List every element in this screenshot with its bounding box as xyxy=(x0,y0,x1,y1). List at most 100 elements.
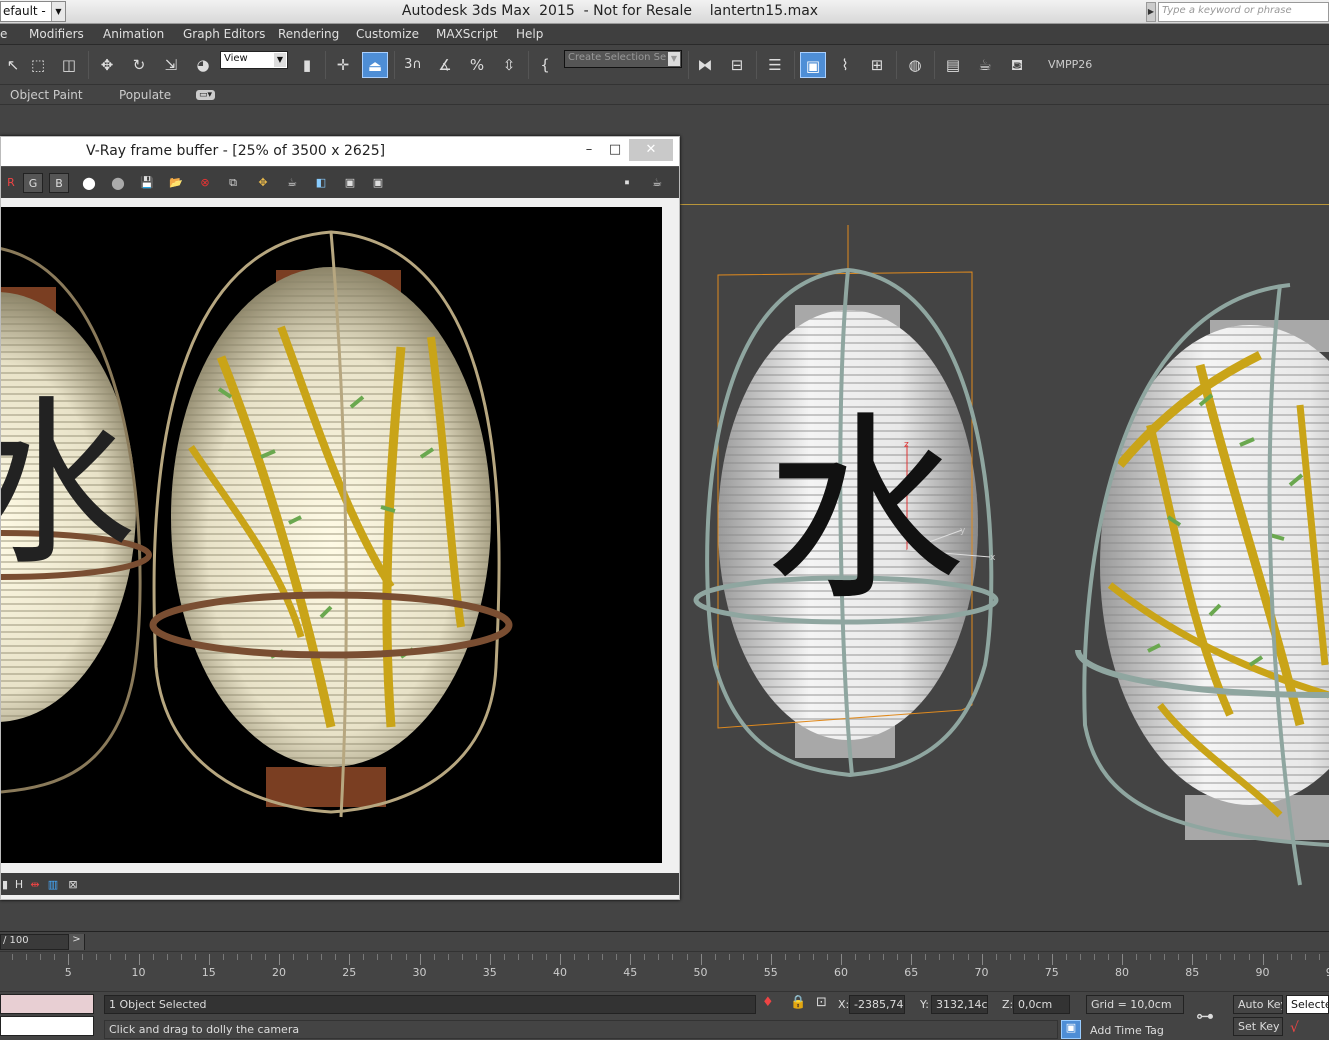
stop-render-icon[interactable]: ⏹ xyxy=(617,173,637,193)
maxscript-listener[interactable] xyxy=(0,994,94,1014)
menu-item-help[interactable]: Help xyxy=(516,27,543,41)
key-mode-dropdown[interactable]: Selected xyxy=(1286,995,1329,1014)
key-filters-icon[interactable]: √ xyxy=(1290,1020,1299,1036)
absolute-mode-icon[interactable]: ⊡ xyxy=(816,995,827,1010)
render-setup-icon[interactable]: ▤ xyxy=(940,52,966,78)
vfb-title: V-Ray frame buffer - [25% of 3500 x 2625… xyxy=(86,143,386,159)
lantern-bamboo[interactable] xyxy=(1075,283,1329,886)
spinner-snap-icon[interactable]: ⇳ xyxy=(496,52,522,78)
track-tick xyxy=(1136,954,1138,960)
layer-manager-icon[interactable]: ☰ xyxy=(762,52,788,78)
add-time-tag[interactable]: Add Time Tag xyxy=(1090,1024,1164,1037)
vray-frame-buffer-window[interactable]: V-Ray frame buffer - [25% of 3500 x 2625… xyxy=(0,136,680,900)
y-coordinate-field[interactable]: 3132,14cm xyxy=(931,995,988,1014)
scale-icon[interactable]: ⇲ xyxy=(158,52,184,78)
material-editor-icon[interactable]: ◍ xyxy=(902,52,928,78)
channel-r-button[interactable]: R xyxy=(1,173,21,193)
manipulate-icon[interactable]: ✛ xyxy=(330,52,356,78)
track-tick xyxy=(855,954,857,960)
maxscript-input[interactable] xyxy=(0,1016,94,1036)
track-bar[interactable]: 5 10 15 20 25 30 35 40 45 50 55 60 65 70 75 80 85 90 95 xyxy=(0,951,1329,991)
gizmo-x-label: x xyxy=(990,553,996,563)
menu-item-modifiers[interactable]: Modifiers xyxy=(29,27,84,41)
track-tick xyxy=(180,954,182,960)
channel-g-button[interactable]: G xyxy=(23,173,43,193)
lut-icon[interactable]: ▥ xyxy=(43,875,63,895)
track-tick xyxy=(686,954,688,960)
ribbon-options-icon[interactable]: ▭▾ xyxy=(196,90,216,100)
render-icon[interactable]: ☕ xyxy=(647,173,667,193)
channel-b-button[interactable]: B xyxy=(49,173,69,193)
select-object-icon[interactable]: ↖ xyxy=(0,52,26,78)
isolate-selection-icon[interactable]: ♦ xyxy=(762,995,774,1010)
next-frame-button[interactable]: > xyxy=(68,934,84,950)
track-tick xyxy=(194,954,196,960)
history-icon[interactable]: ▮ xyxy=(1,875,9,895)
time-tag-icon[interactable]: ▣ xyxy=(1061,1020,1081,1039)
minimize-icon[interactable]: – xyxy=(579,139,599,161)
save-image-icon[interactable]: 💾 xyxy=(137,173,157,193)
track-tick xyxy=(40,954,42,960)
rect-selection-icon[interactable]: ⬚ xyxy=(25,52,51,78)
percent-snap-icon[interactable]: % xyxy=(464,52,490,78)
angle-snap-icon[interactable]: ∡ xyxy=(432,52,458,78)
curve-editor-icon[interactable]: ⌇ xyxy=(832,52,858,78)
menu-item-graph-editors[interactable]: Graph Editors xyxy=(183,27,265,41)
region-render-icon[interactable]: ☕ xyxy=(282,173,302,193)
set-key-button[interactable]: Set Key xyxy=(1233,1017,1283,1036)
tab-populate[interactable]: Populate xyxy=(119,88,171,102)
close-icon[interactable]: ✕ xyxy=(629,139,673,161)
render-teapot-icon[interactable]: ⛾ xyxy=(1004,52,1030,78)
keyboard-shortcut-override-icon[interactable]: ⏏ xyxy=(362,52,388,78)
menu-bar: e Modifiers Animation Graph Editors Rend… xyxy=(0,24,1329,45)
copy-to-max-vfb-icon[interactable]: ⧉ xyxy=(223,173,243,193)
rotate-icon[interactable]: ↻ xyxy=(126,52,152,78)
align-icon[interactable]: ⊟ xyxy=(724,52,750,78)
track-tick xyxy=(1093,954,1095,960)
load-image-icon[interactable]: 📂 xyxy=(166,173,186,193)
time-slider[interactable]: / 100 > xyxy=(0,934,85,950)
stereo-icon[interactable]: ⇹ xyxy=(25,875,45,895)
menu-item-animation[interactable]: Animation xyxy=(103,27,164,41)
menu-item-rendering[interactable]: Rendering xyxy=(278,27,339,41)
color-correction-icon[interactable]: ▣ xyxy=(368,173,388,193)
mono-mode-icon[interactable]: ● xyxy=(108,173,128,193)
move-icon[interactable]: ✥ xyxy=(94,52,120,78)
auto-key-button[interactable]: Auto Key xyxy=(1233,995,1283,1014)
menu-item-edit[interactable]: e xyxy=(0,27,7,41)
schematic-view-icon[interactable]: ⊞ xyxy=(864,52,890,78)
rendered-frame-window-icon[interactable]: ☕ xyxy=(972,52,998,78)
viewport-glyph: 水 xyxy=(765,395,965,628)
x-coordinate-field[interactable]: -2385,748 xyxy=(849,995,905,1014)
pivot-center-icon[interactable]: ▮ xyxy=(294,52,320,78)
select-place-icon[interactable]: ◕ xyxy=(190,52,216,78)
render-canvas: 水 xyxy=(1,230,513,818)
menu-item-customize[interactable]: Customize xyxy=(356,27,419,41)
track-tick xyxy=(827,954,828,960)
window-crossing-icon[interactable]: ◫ xyxy=(56,52,82,78)
workspace-dropdown[interactable]: efault - ▼ xyxy=(0,1,66,22)
maximize-icon[interactable]: □ xyxy=(605,139,625,161)
track-tick xyxy=(995,954,997,960)
selection-set-dropdown[interactable]: Create Selection Se ▼ xyxy=(564,50,682,68)
snap-toggle-icon[interactable]: 3∩ xyxy=(400,52,426,78)
clear-image-icon[interactable]: ⊗ xyxy=(195,173,215,193)
z-coordinate-field[interactable]: 0,0cm xyxy=(1013,995,1070,1014)
track-mouse-icon[interactable]: ✥ xyxy=(253,173,273,193)
track-tick xyxy=(1262,954,1264,965)
tab-object-paint[interactable]: Object Paint xyxy=(10,88,83,102)
ref-coord-dropdown[interactable]: View ▼ xyxy=(220,51,288,69)
ribbon-toggle-icon[interactable]: ▣ xyxy=(800,52,826,78)
search-expand-button[interactable]: ▶ xyxy=(1146,2,1156,22)
mirror-icon[interactable]: ⧓ xyxy=(692,52,718,78)
key-icon[interactable]: ⊶ xyxy=(1196,1006,1214,1027)
pixel-info-icon[interactable]: ▣ xyxy=(340,173,360,193)
chevron-down-icon[interactable]: ▼ xyxy=(51,2,65,21)
edit-named-selection-icon[interactable]: { xyxy=(532,52,558,78)
compare-icon[interactable]: ◧ xyxy=(311,173,331,193)
menu-item-maxscript[interactable]: MAXScript xyxy=(436,27,498,41)
lock-icon[interactable]: 🔒 xyxy=(790,995,806,1010)
view-alpha-icon[interactable]: ● xyxy=(79,173,99,193)
ocio-icon[interactable]: ⊠ xyxy=(63,875,83,895)
search-input[interactable]: Type a keyword or phrase xyxy=(1158,2,1329,22)
